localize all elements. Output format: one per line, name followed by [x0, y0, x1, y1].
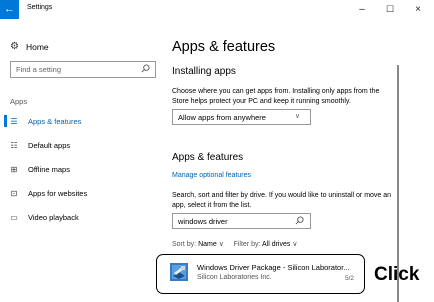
sidebar-item-video-playback[interactable]: ▭ Video playback [0, 207, 164, 227]
sidebar-item-label: Offline maps [28, 164, 70, 174]
title-bar: ← Settings – ☐ × [0, 0, 434, 19]
find-setting-input[interactable]: Find a setting [10, 61, 156, 78]
sort-filter-row: Sort by: Name ∨ Filter by: All drives ∨ [172, 240, 297, 248]
app-publisher: Silicon Laboratories Inc. [197, 274, 272, 281]
installing-apps-heading: Installing apps [172, 66, 236, 77]
map-icon: ⊞ [10, 164, 18, 174]
chevron-down-icon[interactable]: ∨ [292, 241, 297, 248]
default-apps-icon: ☷ [10, 140, 18, 150]
web-app-icon: ⊡ [10, 188, 18, 198]
sidebar-item-apps-for-websites[interactable]: ⊡ Apps for websites [0, 183, 164, 203]
home-nav-item[interactable]: ⚙ Home [10, 41, 49, 52]
app-search-input[interactable]: windows driver [172, 213, 311, 229]
filter-label: Filter by: [233, 241, 261, 248]
apps-features-heading: Apps & features [172, 152, 244, 163]
chevron-down-icon: ∨ [294, 113, 300, 120]
sidebar-item-default-apps[interactable]: ☷ Default apps [0, 135, 164, 155]
find-setting-placeholder: Find a setting [16, 65, 62, 74]
search-icon[interactable] [295, 216, 304, 225]
maximize-button[interactable]: ☐ [376, 0, 404, 19]
sidebar-item-offline-maps[interactable]: ⊞ Offline maps [0, 159, 164, 179]
driver-package-icon [170, 263, 188, 281]
app-date: 5/2 [345, 275, 355, 282]
page-title: Apps & features [172, 39, 276, 55]
sidebar-item-apps-features[interactable]: ☰ Apps & features [0, 111, 164, 131]
gear-icon: ⚙ [10, 41, 19, 52]
app-list-item[interactable]: Windows Driver Package - Silicon Laborat… [156, 254, 365, 294]
click-annotation: Click [374, 264, 420, 285]
active-indicator [4, 115, 7, 127]
minimize-button[interactable]: – [348, 0, 376, 19]
app-source-value: Allow apps from anywhere [178, 113, 266, 122]
sidebar-item-label: Apps & features [28, 116, 82, 126]
installing-apps-description: Choose where you can get apps from. Inst… [172, 88, 380, 105]
video-icon: ▭ [10, 212, 18, 222]
sidebar-item-label: Default apps [28, 140, 71, 150]
sort-label: Sort by: [172, 241, 197, 248]
chevron-down-icon[interactable]: ∨ [219, 241, 224, 248]
sidebar: ⚙ Home Find a setting Apps ☰ Apps & feat… [0, 19, 164, 302]
sort-dropdown[interactable]: Name [198, 241, 217, 248]
sidebar-item-label: Apps for websites [28, 188, 88, 198]
app-search-value: windows driver [178, 217, 228, 226]
close-button[interactable]: × [404, 0, 432, 19]
window-title: Settings [27, 4, 53, 11]
back-button[interactable]: ← [0, 0, 19, 19]
manage-optional-features-link[interactable]: Manage optional features [172, 172, 251, 179]
apps-features-description: Search, sort and filter by drive. If you… [172, 192, 392, 209]
filter-dropdown[interactable]: All drives [262, 241, 290, 248]
search-icon[interactable] [141, 64, 150, 73]
section-label-apps: Apps [10, 97, 28, 106]
sidebar-item-label: Video playback [28, 212, 79, 222]
app-name: Windows Driver Package - Silicon Laborat… [197, 263, 350, 272]
home-label: Home [25, 41, 49, 52]
app-source-dropdown[interactable]: Allow apps from anywhere ∨ [172, 109, 311, 125]
